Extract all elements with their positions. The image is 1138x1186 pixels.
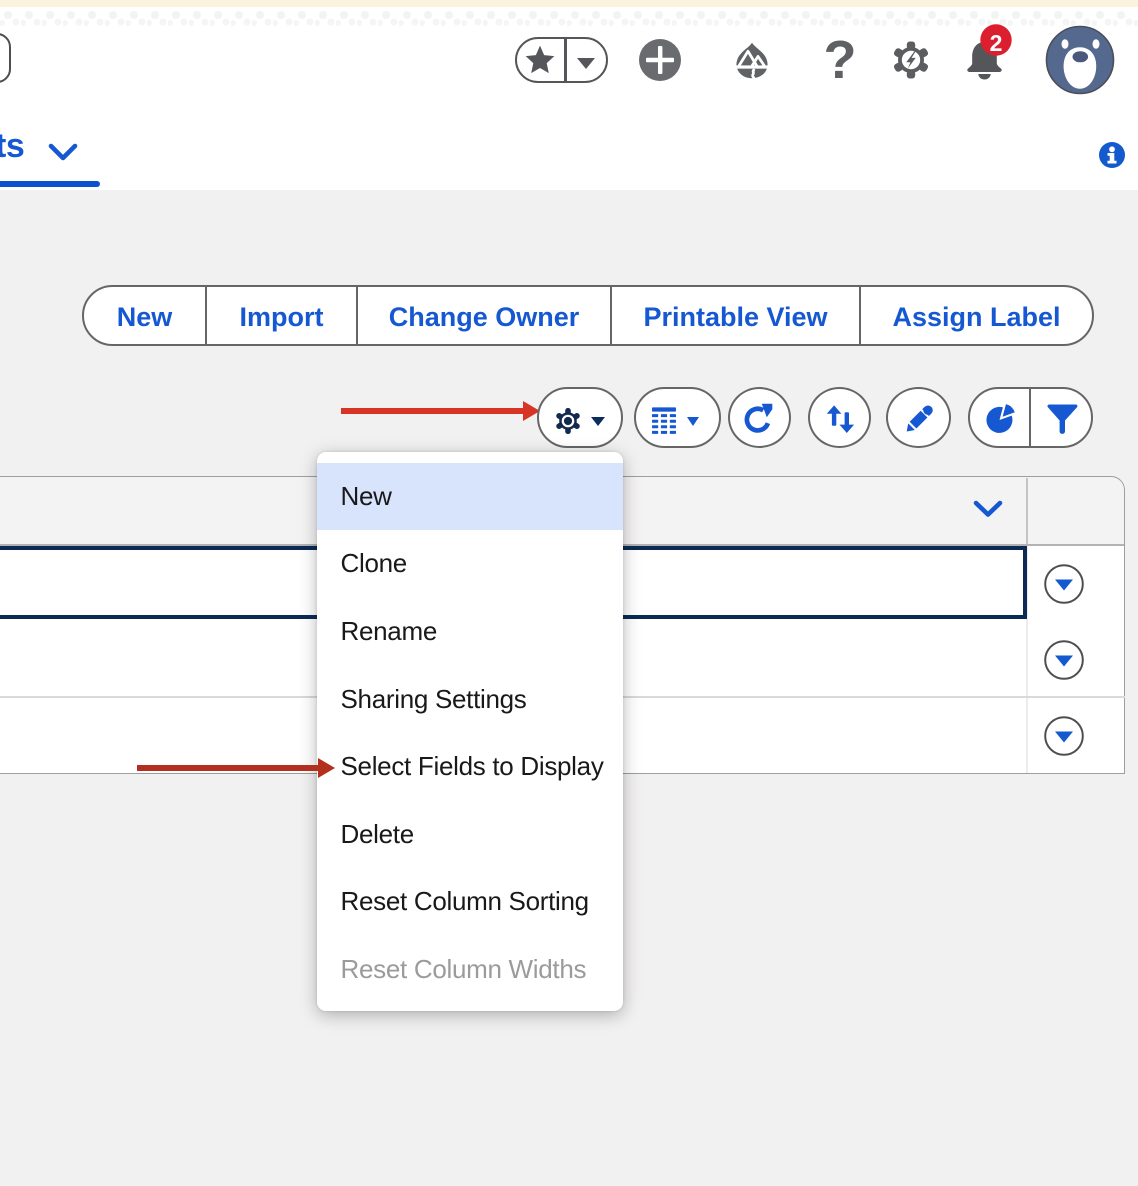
svg-text:2: 2	[990, 30, 1003, 56]
